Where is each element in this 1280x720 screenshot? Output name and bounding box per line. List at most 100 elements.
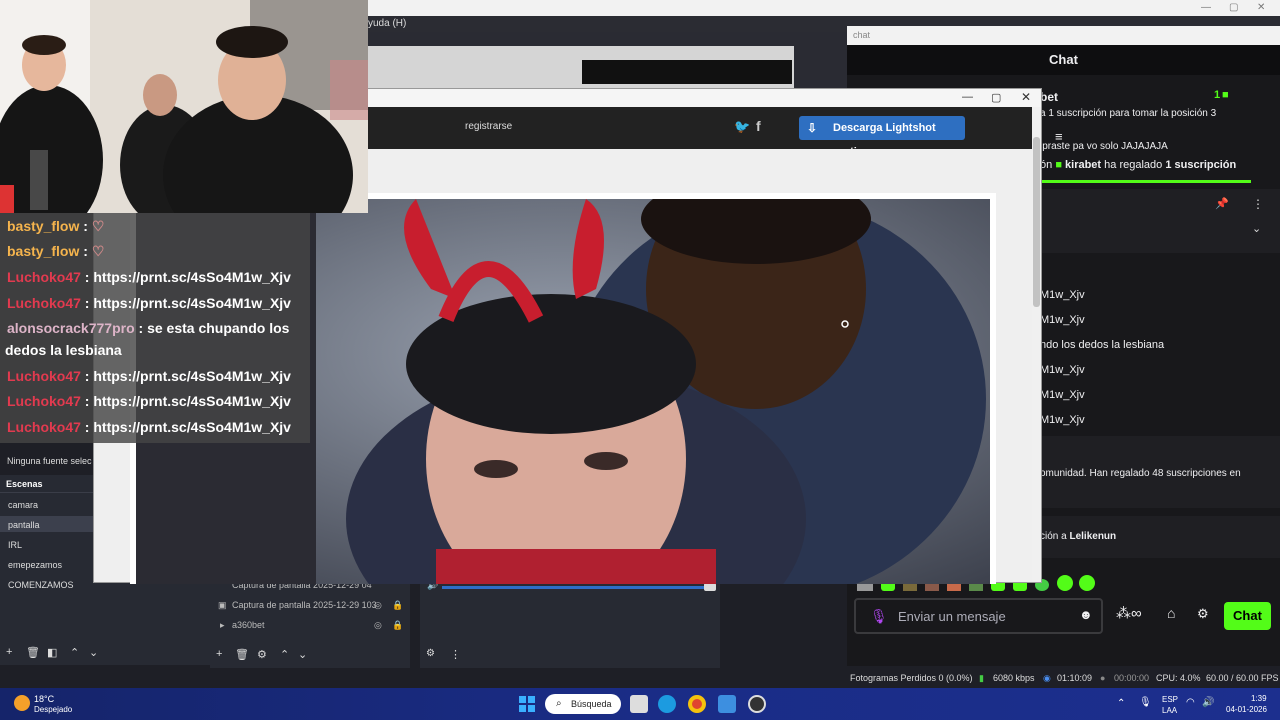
image-icon: ▣ — [218, 600, 227, 610]
lock-icon[interactable]: 🔒 — [392, 620, 403, 631]
scenes-title: Escenas — [6, 479, 43, 489]
volume-slider[interactable] — [442, 586, 710, 589]
overlay-message: Luchoko47 : https://prnt.sc/4sSo4M1w_Xjv — [7, 269, 291, 285]
emoji-icon[interactable]: ☻ — [1079, 607, 1093, 622]
expand-icon[interactable]: ▸ — [220, 620, 225, 631]
gear-icon[interactable]: ⚙ — [1197, 606, 1209, 622]
trash-icon[interactable]: 🗑 — [235, 648, 249, 661]
minimize-icon[interactable]: — — [1201, 2, 1211, 13]
scene-pantalla[interactable]: pantalla — [8, 520, 40, 530]
visibility-icon[interactable]: ◎ — [374, 600, 382, 611]
maximize-icon[interactable]: ▢ — [991, 91, 1001, 104]
source-item[interactable]: a360bet — [232, 620, 265, 630]
trash-icon[interactable]: 🗑 — [26, 646, 40, 659]
chat-header: Chat — [847, 45, 1280, 75]
chat-input-placeholder: Enviar un mensaje — [898, 609, 1006, 624]
overlay-user: alonsocrack777pro — [7, 320, 135, 336]
close-icon[interactable]: ✕ — [1257, 2, 1265, 13]
clock-date[interactable]: 04-01-2026 — [1226, 705, 1267, 714]
download-lightshot-button[interactable]: ⇩ Descarga Lightshot gratis — [799, 116, 965, 158]
more-icon[interactable]: ⋮ — [450, 648, 461, 661]
clock-time[interactable]: 1:39 — [1251, 694, 1267, 703]
chat-send-button[interactable]: Chat — [1224, 602, 1271, 630]
more-icon[interactable]: ⋮ — [1252, 197, 1264, 211]
move-up-icon[interactable]: ⌃ — [280, 648, 289, 661]
gear-icon[interactable]: ⚙ — [257, 648, 267, 661]
bitrate: 6080 kbps — [993, 673, 1035, 683]
cpu-usage: CPU: 4.0% — [1156, 673, 1201, 683]
close-icon[interactable]: ✕ — [1021, 90, 1031, 104]
filter-icon[interactable]: ◧ — [47, 646, 57, 659]
shop-icon[interactable]: ⌂ — [1167, 605, 1175, 621]
twitter-icon[interactable]: 🐦 — [734, 119, 750, 135]
chat-input[interactable]: 🎙 Enviar un mensaje ☻ — [854, 598, 1103, 634]
gift-text: ha regalado — [1104, 159, 1163, 171]
move-up-icon[interactable]: ⌃ — [70, 646, 79, 659]
scene-emepezamos[interactable]: emepezamos — [8, 560, 62, 570]
scroll-thumb[interactable] — [1033, 137, 1040, 307]
emote-icon: ♡ — [91, 243, 105, 259]
emote-icon[interactable] — [1079, 575, 1095, 591]
lock-icon[interactable]: 🔒 — [392, 600, 403, 611]
minimize-icon[interactable]: — — [962, 91, 973, 103]
chat-link[interactable]: M1w_Xjv — [1040, 364, 1085, 376]
chrome-icon[interactable] — [688, 695, 706, 713]
mic-icon[interactable]: 🎙 — [870, 608, 888, 625]
chat-link[interactable]: M1w_Xjv — [1040, 314, 1085, 326]
overlay-message: basty_flow : ♡ — [7, 243, 105, 259]
gift-to-user[interactable]: Lelikenun — [1069, 531, 1116, 542]
obs-icon[interactable] — [748, 695, 766, 713]
visibility-icon[interactable]: ◎ — [374, 620, 382, 631]
preview-area — [368, 32, 848, 96]
overlay-user: Luchoko47 — [7, 419, 81, 435]
sub-message: a 1 suscripción para tomar la posición 3 — [1040, 108, 1217, 119]
chevron-down-icon[interactable]: ⌄ — [1252, 222, 1261, 235]
chat-link[interactable]: M1w_Xjv — [1040, 389, 1085, 401]
move-down-icon[interactable]: ⌄ — [298, 648, 307, 661]
wifi-icon[interactable]: ◠ — [1186, 697, 1195, 708]
overlay-message: Luchoko47 : https://prnt.sc/4sSo4M1w_Xjv — [7, 295, 291, 311]
taskbar-search[interactable]: ⌕ Búsqueda — [545, 694, 621, 714]
gift-message: ón ■ kirabet ha regalado 1 suscripción — [1040, 159, 1236, 171]
chevron-up-icon[interactable]: ⌃ — [1117, 698, 1125, 709]
language[interactable]: ESP — [1162, 695, 1178, 704]
emote-icon: ♡ — [91, 218, 105, 234]
preview-thumb-inner — [582, 60, 792, 84]
add-scene-button[interactable]: + — [6, 646, 12, 658]
chat-user[interactable]: bet — [1040, 90, 1058, 104]
edge-icon[interactable] — [658, 695, 676, 713]
overlay-user: basty_flow — [7, 218, 80, 234]
chat-link[interactable]: M1w_Xjv — [1040, 289, 1085, 301]
overlay-message: Luchoko47 : https://prnt.sc/4sSo4M1w_Xjv — [7, 368, 291, 384]
overlay-message: Luchoko47 : https://prnt.sc/4sSo4M1w_Xjv — [7, 419, 291, 435]
webcam-svg — [0, 0, 368, 213]
gift-to-message: ción a Lelikenun — [1040, 531, 1116, 542]
volume-icon[interactable]: 🔊 — [1202, 697, 1214, 708]
pin-icon[interactable]: 📌 — [1215, 197, 1229, 210]
source-item[interactable]: Captura de pantalla 2025-12-29 103 — [232, 600, 377, 610]
dropped-frames: Fotogramas Perdidos 0 (0.0%) — [850, 673, 973, 683]
gift-user[interactable]: kirabet — [1065, 159, 1101, 171]
weather-icon[interactable] — [14, 695, 30, 711]
add-source-button[interactable]: + — [216, 648, 222, 660]
community-gift-box: omunidad. Han regalado 48 suscripciones … — [1040, 436, 1280, 508]
emote-icon[interactable] — [1057, 575, 1073, 591]
scrollbar[interactable] — [1032, 107, 1041, 582]
register-link[interactable]: registrarse — [465, 121, 512, 132]
scene-comenzamos[interactable]: COMENZAMOS — [8, 580, 74, 590]
move-down-icon[interactable]: ⌄ — [89, 646, 98, 659]
points-icon[interactable]: ⁂∞ — [1116, 604, 1142, 622]
maximize-icon[interactable]: ▢ — [1229, 2, 1238, 13]
start-icon[interactable] — [519, 696, 535, 712]
taskbar: 18°C Despejado ⌕ Búsqueda ⌃ 🎙 ESP LAA ◠ … — [0, 688, 1280, 720]
volume-handle[interactable] — [704, 583, 716, 591]
facebook-icon[interactable]: f — [756, 118, 761, 134]
menu-help[interactable]: yuda (H) — [368, 18, 406, 29]
scene-irl[interactable]: IRL — [8, 540, 22, 550]
notepad-icon[interactable] — [718, 695, 736, 713]
scene-camara[interactable]: camara — [8, 500, 38, 510]
chat-link[interactable]: M1w_Xjv — [1040, 414, 1085, 426]
mic-icon[interactable]: 🎙 — [1139, 697, 1152, 708]
mixer-settings-icon[interactable]: ⚙ — [426, 648, 435, 659]
task-view-icon[interactable] — [630, 695, 648, 713]
